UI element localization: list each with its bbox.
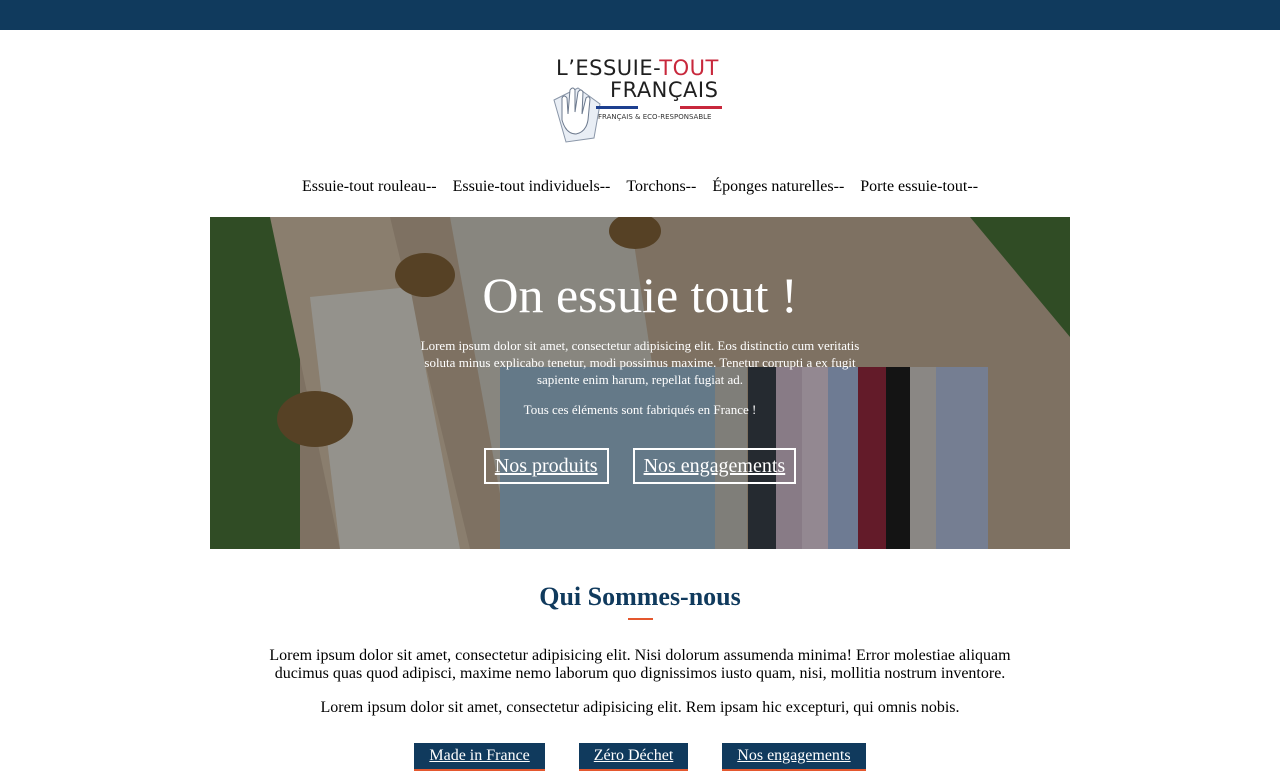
logo-tagline: FRANÇAIS & ECO-RESPONSABLE — [598, 113, 712, 121]
about-paragraph-2: Lorem ipsum dolor sit amet, consectetur … — [320, 699, 960, 716]
hero-subtext: Tous ces éléments sont fabriqués en Fran… — [523, 402, 757, 417]
site-logo[interactable]: L’ESSUIE-TOUT FRANÇAIS FRANÇAIS & ECO-RE… — [548, 56, 728, 146]
hero-title: On essuie tout ! — [482, 267, 798, 323]
nos-produits-button[interactable]: Nos produits — [483, 448, 609, 484]
nav-item-eponges-naturelles[interactable]: Éponges naturelles-- — [712, 178, 844, 195]
nos-engagements-tag-button[interactable]: Nos engagements — [722, 743, 866, 771]
hero-buttons: Nos produits Nos engagements — [210, 448, 1070, 484]
nav-item-torchons[interactable]: Torchons-- — [626, 178, 696, 195]
about-title: Qui Sommes-nous — [539, 582, 741, 611]
nav-item-essuie-tout-individuels[interactable]: Essuie-tout individuels-- — [453, 178, 611, 195]
hero-description: Lorem ipsum dolor sit amet, consectetur … — [420, 338, 860, 387]
logo-line-1: L’ESSUIE-TOUT — [556, 56, 719, 80]
hand-towel-icon — [553, 87, 601, 143]
value-tags: Made in France Zéro Déchet Nos engagemen… — [0, 743, 1280, 771]
flag-stripe — [596, 106, 722, 109]
nos-engagements-button[interactable]: Nos engagements — [632, 448, 797, 484]
logo-line-2: FRANÇAIS — [610, 78, 719, 102]
hero-banner: On essuie tout ! Lorem ipsum dolor sit a… — [210, 217, 1070, 549]
about-paragraph-1: Lorem ipsum dolor sit amet, consectetur … — [269, 647, 1011, 682]
title-underline — [628, 618, 653, 620]
main-nav: Essuie-tout rouleau-- Essuie-tout indivi… — [0, 178, 1280, 196]
nav-item-porte-essuie-tout[interactable]: Porte essuie-tout-- — [860, 178, 978, 195]
top-bar — [0, 0, 1280, 30]
nav-item-essuie-tout-rouleau[interactable]: Essuie-tout rouleau-- — [302, 178, 437, 195]
made-in-france-button[interactable]: Made in France — [414, 743, 545, 771]
zero-dechet-button[interactable]: Zéro Déchet — [578, 743, 689, 771]
